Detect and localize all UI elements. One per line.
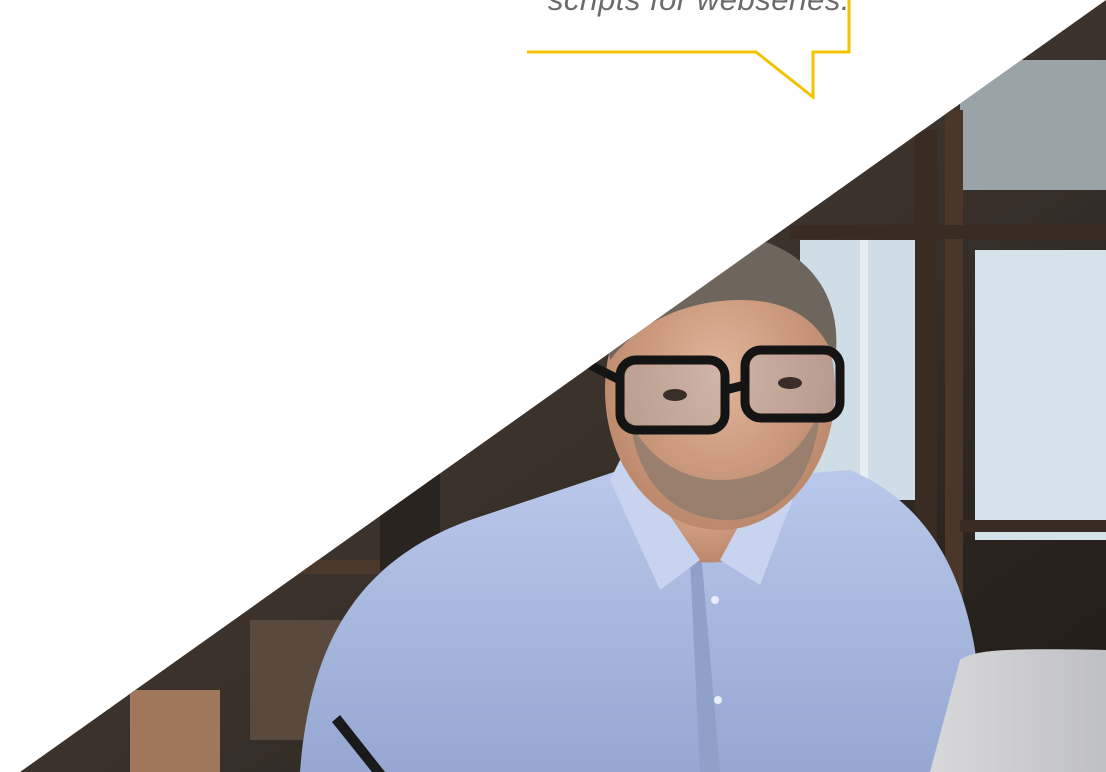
- page-stage: scripts for webseries.: [0, 0, 1106, 772]
- quote-text: scripts for webseries.: [430, 0, 850, 18]
- man-working-photo: [20, 0, 1106, 772]
